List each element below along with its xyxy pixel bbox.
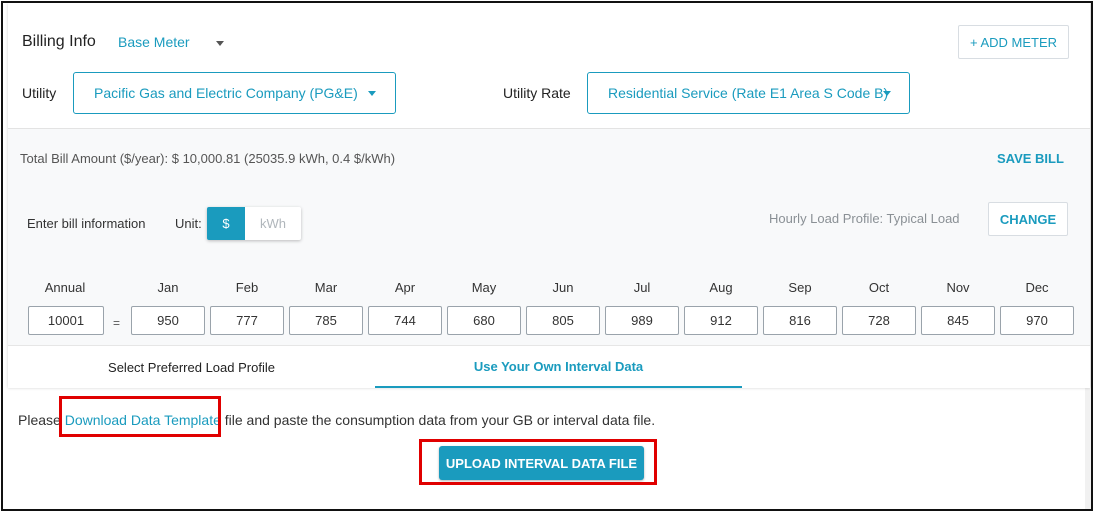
month-input-mar[interactable]: 785	[289, 306, 363, 335]
utility-dropdown[interactable]: Pacific Gas and Electric Company (PG&E)	[73, 72, 396, 114]
enter-bill-label: Enter bill information	[27, 216, 146, 231]
month-label: Jul	[633, 280, 651, 295]
unit-label: Unit:	[175, 216, 202, 231]
tab-preferred-load-profile[interactable]: Select Preferred Load Profile	[8, 346, 375, 388]
utility-rate-label: Utility Rate	[503, 85, 571, 101]
utility-rate-dropdown[interactable]: Residential Service (Rate E1 Area S Code…	[587, 72, 910, 114]
billing-panel: Billing Info Base Meter + ADD METER Util…	[1, 1, 1093, 511]
chevron-down-icon	[368, 91, 376, 96]
month-label: Oct	[868, 280, 890, 295]
instructions-prefix: Please	[18, 412, 65, 428]
month-label: Jan	[157, 280, 179, 295]
month-input-sep[interactable]: 816	[763, 306, 837, 335]
save-bill-button[interactable]: SAVE BILL	[997, 151, 1064, 166]
month-input-feb[interactable]: 777	[210, 306, 284, 335]
month-input-oct[interactable]: 728	[842, 306, 916, 335]
tab-interval-data[interactable]: Use Your Own Interval Data	[375, 346, 742, 388]
unit-toggle[interactable]: $ kWh	[207, 207, 301, 240]
load-profile-text: Hourly Load Profile: Typical Load	[769, 211, 960, 226]
month-label: Apr	[394, 280, 416, 295]
month-input-dec[interactable]: 970	[1000, 306, 1074, 335]
annual-label: Annual	[44, 280, 86, 295]
equals-sign: =	[113, 316, 121, 330]
month-label: Nov	[946, 280, 970, 295]
highlight-upload-button	[419, 439, 657, 485]
chevron-down-icon	[883, 91, 891, 96]
month-input-jul[interactable]: 989	[605, 306, 679, 335]
month-label: Feb	[235, 280, 259, 295]
unit-dollar-option[interactable]: $	[207, 207, 245, 240]
month-input-apr[interactable]: 744	[368, 306, 442, 335]
unit-kwh-option[interactable]: kWh	[245, 207, 301, 240]
add-meter-button[interactable]: + ADD METER	[958, 25, 1069, 59]
meter-select-value: Base Meter	[118, 34, 190, 50]
month-label: Mar	[314, 280, 338, 295]
month-input-jan[interactable]: 950	[131, 306, 205, 335]
change-load-profile-button[interactable]: CHANGE	[988, 202, 1068, 236]
month-input-nov[interactable]: 845	[921, 306, 995, 335]
billing-info-title: Billing Info	[22, 33, 96, 50]
month-input-jun[interactable]: 805	[526, 306, 600, 335]
highlight-download-link	[59, 396, 221, 437]
month-label: Aug	[709, 280, 733, 295]
annual-input[interactable]: 10001	[28, 306, 104, 335]
meter-select[interactable]: Base Meter	[118, 34, 233, 54]
utility-dropdown-value: Pacific Gas and Electric Company (PG&E)	[94, 85, 358, 101]
month-label: Sep	[788, 280, 812, 295]
total-bill-amount: Total Bill Amount ($/year): $ 10,000.81 …	[20, 151, 396, 166]
month-input-may[interactable]: 680	[447, 306, 521, 335]
month-label: May	[471, 280, 497, 295]
utility-rate-dropdown-value: Residential Service (Rate E1 Area S Code…	[608, 85, 889, 101]
month-label: Dec	[1025, 280, 1049, 295]
instructions-suffix: file and paste the consumption data from…	[220, 412, 656, 428]
utility-label: Utility	[22, 85, 57, 101]
chevron-down-icon	[216, 41, 224, 46]
month-input-aug[interactable]: 912	[684, 306, 758, 335]
month-label: Jun	[552, 280, 574, 295]
